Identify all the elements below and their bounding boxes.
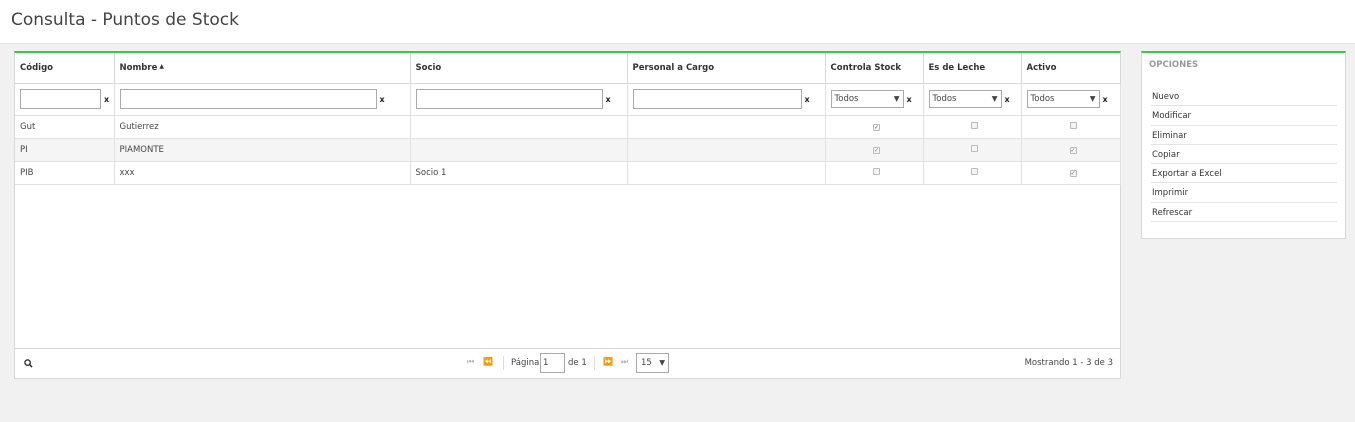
es-de-leche-filter-select[interactable]: Todos ▼ (928, 90, 1002, 108)
page-label: Página (511, 358, 540, 368)
cell-codigo: PI (15, 138, 115, 162)
nombre-filter-clear[interactable]: x (380, 95, 385, 104)
column-header-activo[interactable]: Activo (1021, 53, 1121, 84)
column-header-socio[interactable]: Socio (410, 53, 628, 84)
option-imprimir[interactable]: Imprimir (1151, 183, 1337, 203)
dropdown-arrow-icon: ▼ (991, 94, 998, 103)
controla-stock-checkbox (873, 167, 880, 175)
activo-checkbox: ✓ (1069, 169, 1077, 177)
table-row[interactable]: PI PIAMONTE ✓ ✓ (15, 138, 1121, 162)
previous-page-icon[interactable]: ⏪ (483, 357, 493, 366)
cell-es-de-leche (923, 115, 1022, 139)
cell-codigo: Gut (15, 115, 115, 139)
page-total-label: de 1 (568, 358, 587, 368)
cell-nombre: xxx (114, 161, 411, 185)
column-header-personal-a-cargo[interactable]: Personal a Cargo (627, 53, 826, 84)
options-list: Nuevo Modificar Eliminar Copiar Exportar… (1151, 87, 1337, 223)
cell-codigo: PIB (15, 161, 115, 185)
next-page-icon[interactable]: ⏩ (603, 357, 613, 366)
last-page-icon[interactable]: ⏭ (621, 357, 628, 367)
table-row[interactable]: PIB xxx Socio 1 ✓ (15, 161, 1121, 185)
cell-personal (627, 138, 826, 162)
es-de-leche-checkbox (971, 144, 978, 152)
es-de-leche-checkbox (971, 121, 978, 129)
controla-stock-checkbox: ✓ (873, 146, 880, 154)
options-panel: OPCIONES Nuevo Modificar Eliminar Copiar… (1141, 51, 1346, 239)
option-eliminar[interactable]: Eliminar (1151, 126, 1337, 145)
data-grid: Código Nombre ▲ Socio Personal a Cargo Co… (15, 53, 1121, 185)
es-de-leche-filter-clear[interactable]: x (1005, 95, 1010, 104)
option-refrescar[interactable]: Refrescar (1151, 203, 1337, 223)
cell-activo: ✓ (1021, 161, 1121, 185)
option-nuevo[interactable]: Nuevo (1151, 87, 1337, 107)
cell-nombre: Gutierrez (114, 115, 411, 139)
controla-stock-filter-select[interactable]: Todos ▼ (830, 90, 904, 108)
filter-row: x x x x Todos ▼ x Todos ▼ x Todos ▼ x (15, 83, 1121, 116)
column-header-controla-stock[interactable]: Controla Stock (825, 53, 924, 84)
controla-stock-filter-clear[interactable]: x (907, 95, 912, 104)
dropdown-arrow-icon: ▼ (659, 358, 665, 367)
column-header-nombre[interactable]: Nombre ▲ (114, 53, 411, 84)
grid-panel: Código Nombre ▲ Socio Personal a Cargo Co… (14, 51, 1121, 379)
pager-divider (594, 356, 595, 370)
cell-es-de-leche (923, 161, 1022, 185)
codigo-filter-input[interactable] (20, 89, 101, 109)
cell-personal (627, 161, 826, 185)
socio-filter-clear[interactable]: x (606, 95, 611, 104)
activo-filter-clear[interactable]: x (1103, 95, 1108, 104)
cell-personal (627, 115, 826, 139)
cell-socio (410, 115, 628, 139)
table-row[interactable]: Gut Gutierrez ✓ (15, 115, 1121, 139)
cell-socio (410, 138, 628, 162)
search-icon[interactable] (24, 359, 33, 368)
first-page-icon[interactable]: ⏮ (467, 357, 474, 367)
cell-nombre: PIAMONTE (114, 138, 411, 162)
nombre-filter-input[interactable] (119, 89, 377, 109)
personal-filter-clear[interactable]: x (805, 95, 810, 104)
header-row: Código Nombre ▲ Socio Personal a Cargo Co… (15, 53, 1121, 84)
cell-controla-stock (825, 161, 924, 185)
controla-stock-checkbox: ✓ (873, 123, 880, 131)
activo-checkbox (1069, 121, 1077, 129)
cell-controla-stock: ✓ (825, 138, 924, 162)
pager: ⏮ ⏪ Página 1 de 1 ⏩ ⏭ 15 ▼ Mostrando 1 - … (15, 348, 1120, 378)
cell-controla-stock: ✓ (825, 115, 924, 139)
socio-filter-input[interactable] (415, 89, 603, 109)
activo-filter-select[interactable]: Todos ▼ (1026, 90, 1100, 108)
page-header: Consulta - Puntos de Stock (0, 0, 1355, 44)
records-summary: Mostrando 1 - 3 de 3 (1024, 358, 1113, 368)
cell-activo: ✓ (1021, 138, 1121, 162)
column-header-es-de-leche[interactable]: Es de Leche (923, 53, 1022, 84)
personal-filter-input[interactable] (632, 89, 802, 109)
codigo-filter-clear[interactable]: x (104, 95, 109, 104)
page-number-input[interactable]: 1 (540, 353, 565, 373)
cell-es-de-leche (923, 138, 1022, 162)
dropdown-arrow-icon: ▼ (1089, 94, 1096, 103)
pager-divider (503, 356, 504, 370)
column-header-codigo[interactable]: Código (15, 53, 115, 84)
option-copiar[interactable]: Copiar (1151, 145, 1337, 165)
cell-socio: Socio 1 (410, 161, 628, 185)
activo-checkbox: ✓ (1069, 146, 1077, 154)
cell-activo (1021, 115, 1121, 139)
option-exportar-excel[interactable]: Exportar a Excel (1151, 164, 1337, 184)
dropdown-arrow-icon: ▼ (893, 94, 900, 103)
page-size-select[interactable]: 15 ▼ (636, 353, 669, 373)
page-title: Consulta - Puntos de Stock (11, 10, 239, 30)
es-de-leche-checkbox (971, 167, 978, 175)
options-title: OPCIONES (1149, 60, 1199, 70)
sort-asc-icon: ▲ (159, 62, 164, 70)
option-modificar[interactable]: Modificar (1151, 106, 1337, 126)
